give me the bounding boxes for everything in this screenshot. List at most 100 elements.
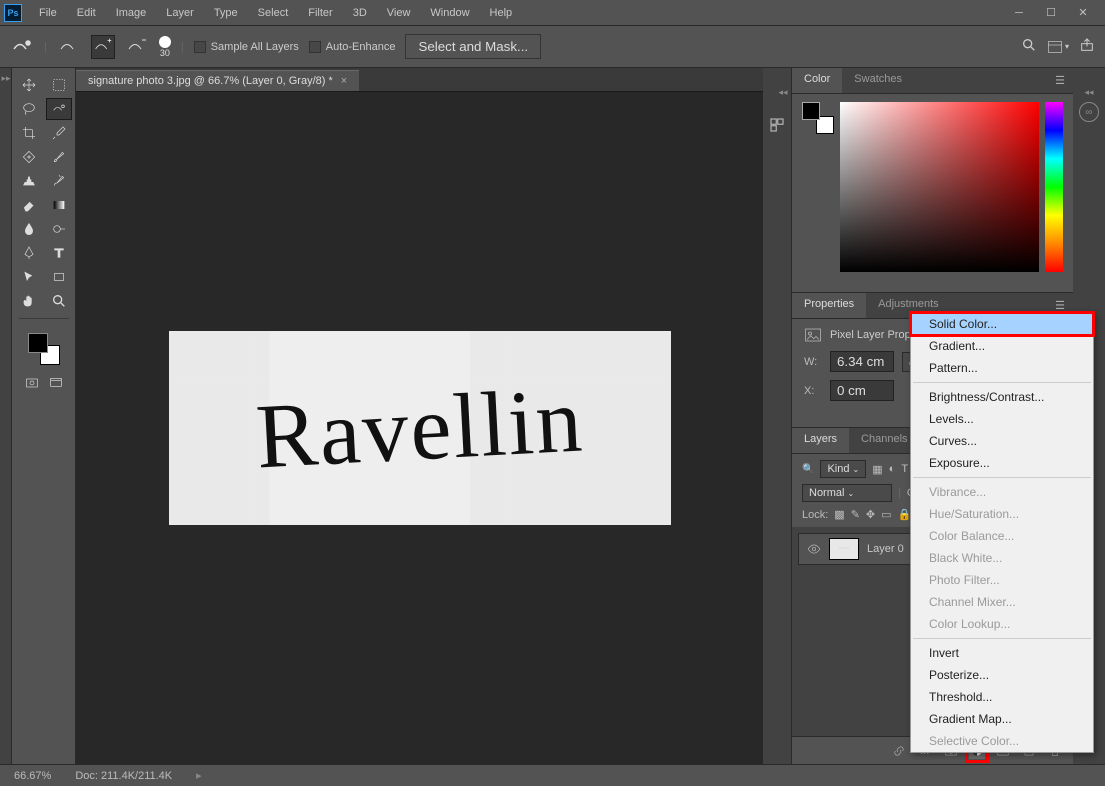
menu-channel-mixer[interactable]: Channel Mixer... bbox=[911, 591, 1093, 613]
crop-tool[interactable] bbox=[16, 122, 42, 144]
share-icon[interactable] bbox=[1079, 37, 1095, 56]
history-brush-tool[interactable] bbox=[46, 170, 72, 192]
menu-type[interactable]: Type bbox=[205, 3, 247, 23]
quick-mask-icon[interactable] bbox=[23, 375, 41, 391]
layer-name[interactable]: Layer 0 bbox=[867, 543, 904, 555]
maximize-button[interactable]: ☐ bbox=[1041, 5, 1061, 21]
menu-select[interactable]: Select bbox=[249, 3, 298, 23]
history-panel-icon[interactable] bbox=[768, 116, 786, 132]
collapse-right-icon[interactable]: ◂◂ bbox=[777, 82, 789, 102]
color-fgbg-swatch[interactable] bbox=[802, 102, 834, 134]
filter-type-icon[interactable]: T bbox=[901, 463, 908, 475]
gradient-tool[interactable] bbox=[46, 194, 72, 216]
sample-all-layers-checkbox[interactable]: Sample All Layers bbox=[194, 41, 299, 53]
path-selection-tool[interactable] bbox=[16, 266, 42, 288]
creative-cloud-icon[interactable]: ∞ bbox=[1079, 102, 1099, 122]
filter-pixel-icon[interactable]: ▦ bbox=[872, 463, 882, 476]
lock-transparency-icon[interactable]: ▩ bbox=[834, 508, 844, 521]
auto-enhance-checkbox[interactable]: Auto-Enhance bbox=[309, 41, 396, 53]
menu-levels[interactable]: Levels... bbox=[911, 408, 1093, 430]
menu-solid-color[interactable]: Solid Color... bbox=[911, 313, 1093, 335]
tab-layers[interactable]: Layers bbox=[792, 428, 849, 453]
menu-help[interactable]: Help bbox=[481, 3, 522, 23]
layer-thumbnail[interactable]: ~~~ bbox=[829, 538, 859, 560]
menu-pattern[interactable]: Pattern... bbox=[911, 357, 1093, 379]
lock-paint-icon[interactable]: ✎ bbox=[851, 508, 860, 521]
filter-adjust-icon[interactable]: ◐ bbox=[889, 463, 896, 475]
close-button[interactable]: ✕ bbox=[1073, 5, 1093, 21]
collapse-far-right-icon[interactable]: ◂◂ bbox=[1083, 82, 1095, 102]
lasso-tool[interactable] bbox=[16, 98, 42, 120]
menu-posterize[interactable]: Posterize... bbox=[911, 664, 1093, 686]
document-tab[interactable]: signature photo 3.jpg @ 66.7% (Layer 0, … bbox=[76, 70, 359, 91]
color-field[interactable] bbox=[840, 102, 1039, 272]
zoom-level[interactable]: 66.67% bbox=[14, 770, 51, 782]
healing-brush-tool[interactable] bbox=[16, 146, 42, 168]
blend-mode-select[interactable]: Normal ⌄ bbox=[802, 484, 892, 502]
type-tool[interactable] bbox=[46, 242, 72, 264]
brush-size-control[interactable]: 30 bbox=[159, 36, 171, 58]
status-arrow-icon[interactable]: ▸ bbox=[196, 769, 202, 782]
minimize-button[interactable]: ─ bbox=[1009, 5, 1029, 21]
lock-position-icon[interactable]: ✥ bbox=[866, 508, 875, 521]
menu-vibrance[interactable]: Vibrance... bbox=[911, 481, 1093, 503]
tab-channels[interactable]: Channels bbox=[849, 428, 919, 453]
select-and-mask-button[interactable]: Select and Mask... bbox=[405, 34, 541, 59]
menu-selective-color[interactable]: Selective Color... bbox=[911, 730, 1093, 752]
tab-color[interactable]: Color bbox=[792, 68, 842, 93]
menu-hue-saturation[interactable]: Hue/Saturation... bbox=[911, 503, 1093, 525]
dodge-tool[interactable] bbox=[46, 218, 72, 240]
zoom-tool[interactable] bbox=[46, 290, 72, 312]
tab-properties[interactable]: Properties bbox=[792, 293, 866, 318]
subtract-selection-icon[interactable] bbox=[125, 35, 149, 59]
canvas[interactable]: Ravellin bbox=[169, 331, 671, 525]
add-selection-icon[interactable] bbox=[91, 35, 115, 59]
workspace-switcher[interactable]: ▾ bbox=[1047, 40, 1069, 54]
menu-view[interactable]: View bbox=[378, 3, 420, 23]
eraser-tool[interactable] bbox=[16, 194, 42, 216]
screen-mode-icon[interactable] bbox=[47, 375, 65, 391]
link-layers-icon[interactable] bbox=[891, 743, 907, 759]
menu-gradient-map[interactable]: Gradient Map... bbox=[911, 708, 1093, 730]
doc-info[interactable]: Doc: 211.4K/211.4K bbox=[75, 770, 172, 782]
menu-window[interactable]: Window bbox=[421, 3, 478, 23]
search-icon[interactable] bbox=[1021, 37, 1037, 56]
menu-3d[interactable]: 3D bbox=[344, 3, 376, 23]
brush-tool[interactable] bbox=[46, 146, 72, 168]
hand-tool[interactable] bbox=[16, 290, 42, 312]
lock-artboard-icon[interactable]: ▭ bbox=[881, 508, 891, 521]
close-tab-icon[interactable]: × bbox=[341, 75, 347, 87]
menu-threshold[interactable]: Threshold... bbox=[911, 686, 1093, 708]
pen-tool[interactable] bbox=[16, 242, 42, 264]
clone-stamp-tool[interactable] bbox=[16, 170, 42, 192]
menu-black-white[interactable]: Black White... bbox=[911, 547, 1093, 569]
menu-invert[interactable]: Invert bbox=[911, 642, 1093, 664]
menu-filter[interactable]: Filter bbox=[299, 3, 341, 23]
color-panel-menu-icon[interactable]: ☰ bbox=[1047, 68, 1073, 93]
menu-image[interactable]: Image bbox=[107, 3, 156, 23]
hue-slider[interactable] bbox=[1045, 102, 1063, 272]
menu-curves[interactable]: Curves... bbox=[911, 430, 1093, 452]
menu-brightness-contrast[interactable]: Brightness/Contrast... bbox=[911, 386, 1093, 408]
menu-color-balance[interactable]: Color Balance... bbox=[911, 525, 1093, 547]
menu-layer[interactable]: Layer bbox=[157, 3, 203, 23]
menu-exposure[interactable]: Exposure... bbox=[911, 452, 1093, 474]
blur-tool[interactable] bbox=[16, 218, 42, 240]
tool-preset-icon[interactable] bbox=[10, 35, 34, 59]
new-selection-icon[interactable] bbox=[57, 35, 81, 59]
eyedropper-tool[interactable] bbox=[46, 122, 72, 144]
menu-edit[interactable]: Edit bbox=[68, 3, 105, 23]
marquee-tool[interactable] bbox=[46, 74, 72, 96]
tab-swatches[interactable]: Swatches bbox=[842, 68, 914, 93]
menu-gradient[interactable]: Gradient... bbox=[911, 335, 1093, 357]
menu-photo-filter[interactable]: Photo Filter... bbox=[911, 569, 1093, 591]
width-input[interactable] bbox=[830, 351, 894, 372]
rectangle-tool[interactable] bbox=[46, 266, 72, 288]
collapse-left-icon[interactable]: ▸▸ bbox=[0, 68, 12, 88]
x-input[interactable] bbox=[830, 380, 894, 401]
layer-filter-kind[interactable]: Kind ⌄ bbox=[820, 460, 866, 478]
foreground-background-colors[interactable] bbox=[24, 331, 64, 367]
canvas-wrapper[interactable]: Ravellin bbox=[76, 92, 763, 764]
visibility-icon[interactable] bbox=[807, 542, 821, 556]
move-tool[interactable] bbox=[16, 74, 42, 96]
